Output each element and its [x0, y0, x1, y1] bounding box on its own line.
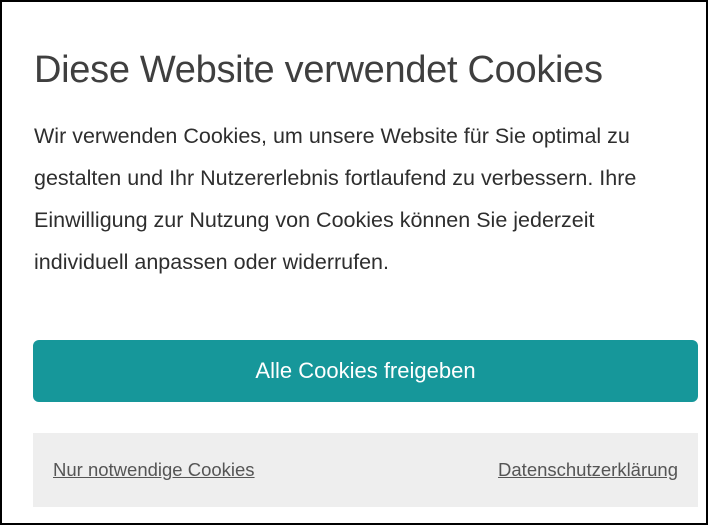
cookie-consent-dialog: Diese Website verwendet Cookies Wir verw…	[0, 0, 708, 525]
accept-all-cookies-button[interactable]: Alle Cookies freigeben	[33, 340, 698, 402]
dialog-title: Diese Website verwendet Cookies	[34, 49, 603, 91]
necessary-cookies-only-link[interactable]: Nur notwendige Cookies	[53, 457, 255, 483]
dialog-message: Wir verwenden Cookies, um unsere Website…	[34, 124, 637, 274]
privacy-policy-link[interactable]: Datenschutzerklärung	[498, 457, 678, 483]
footer-bar: Nur notwendige Cookies Datenschutzerklär…	[33, 433, 698, 507]
